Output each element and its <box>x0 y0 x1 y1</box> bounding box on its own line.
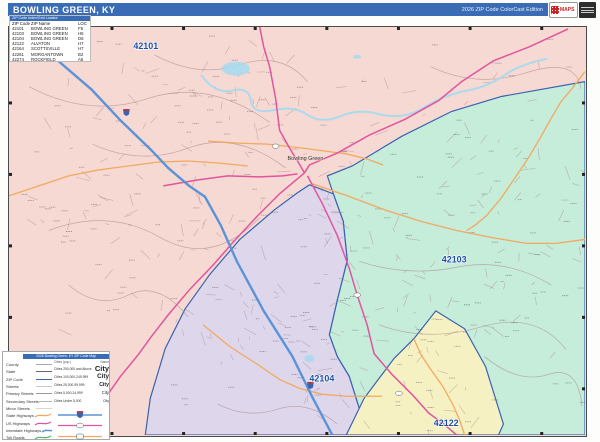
map-legend: 2026 Bowling Green, KY ZIP Code Map Coun… <box>2 351 110 440</box>
maps-logo-text: MAPS <box>560 7 574 13</box>
state-highway-sample <box>34 412 52 419</box>
city-col-label: Cities (pop.) <box>54 360 71 365</box>
city-sample-xl: City <box>95 364 109 373</box>
street-line-sample <box>36 386 52 387</box>
legend-secondary-streets: Secondary Streets <box>6 399 39 404</box>
legend-city-tiers: Cities (pop.) Name Cities 250,000 and Ab… <box>54 360 109 405</box>
zip-label-42101: 42101 <box>133 41 158 51</box>
secondary-line-sample <box>39 401 52 402</box>
legend-title: 2026 Bowling Green, KY ZIP Code Map <box>23 354 109 359</box>
legend-us-highways: US Highways <box>6 421 30 426</box>
interstate-shield-sample <box>54 410 106 419</box>
publisher-logo: MAPS <box>549 2 597 20</box>
city-sample-xs: City <box>103 399 109 403</box>
zip-index-row: 42274 ROCKFIELD A6 <box>10 57 90 62</box>
legend-line-items: County State ZIP Code Streets Primary St… <box>6 361 52 441</box>
state-line-sample <box>36 371 52 372</box>
logo-edition-box <box>579 2 596 18</box>
city-sample-lg: City <box>97 373 109 380</box>
us-route-shield-icon <box>396 391 403 395</box>
zip-label-42122: 42122 <box>434 418 459 428</box>
legend-state: State <box>6 369 15 374</box>
legend-shield-samples <box>54 410 109 442</box>
us-shield-sample <box>54 421 106 430</box>
zip-line-sample <box>36 379 52 380</box>
minor-line-sample <box>36 408 52 409</box>
legend-toll-roads: Toll Roads <box>6 435 25 440</box>
state-route-sample <box>54 432 106 441</box>
legend-zip-code: ZIP Code <box>6 377 23 382</box>
legend-interstate-highways: Interstate Highways <box>6 428 41 433</box>
us-route-shield-icon <box>354 293 361 297</box>
zip-index-table: ZIP Code Index/Grid Locator ZIP Code ZIP… <box>9 15 91 62</box>
legend-county: County <box>6 362 19 367</box>
us-route-shield-icon <box>272 144 279 148</box>
legend-minor-streets: Minor Streets <box>6 406 30 411</box>
edition-label: 2026 ZIP Code ColorCast Edition <box>462 7 543 13</box>
page-title: BOWLING GREEN, KY <box>13 5 115 15</box>
city-label: Bowling Green <box>288 156 324 162</box>
city-sample-md: City <box>99 382 109 388</box>
interstate-sample <box>41 427 52 434</box>
toll-road-sample <box>34 434 52 441</box>
county-line-sample <box>36 364 52 365</box>
maps-grid-icon <box>551 6 559 14</box>
zip-label-42103: 42103 <box>442 254 467 264</box>
legend-streets: Streets <box>6 384 19 389</box>
maps-logo: MAPS <box>549 2 578 18</box>
city-sample-sm: City <box>102 390 109 395</box>
zip-label-42104: 42104 <box>309 373 334 383</box>
legend-primary-streets: Primary Streets <box>6 391 34 396</box>
legend-state-highways: State Highways <box>6 413 34 418</box>
map-page: BOWLING GREEN, KY 2026 ZIP Code ColorCas… <box>0 0 600 442</box>
primary-line-sample <box>36 393 52 394</box>
us-highway-sample <box>34 420 52 427</box>
